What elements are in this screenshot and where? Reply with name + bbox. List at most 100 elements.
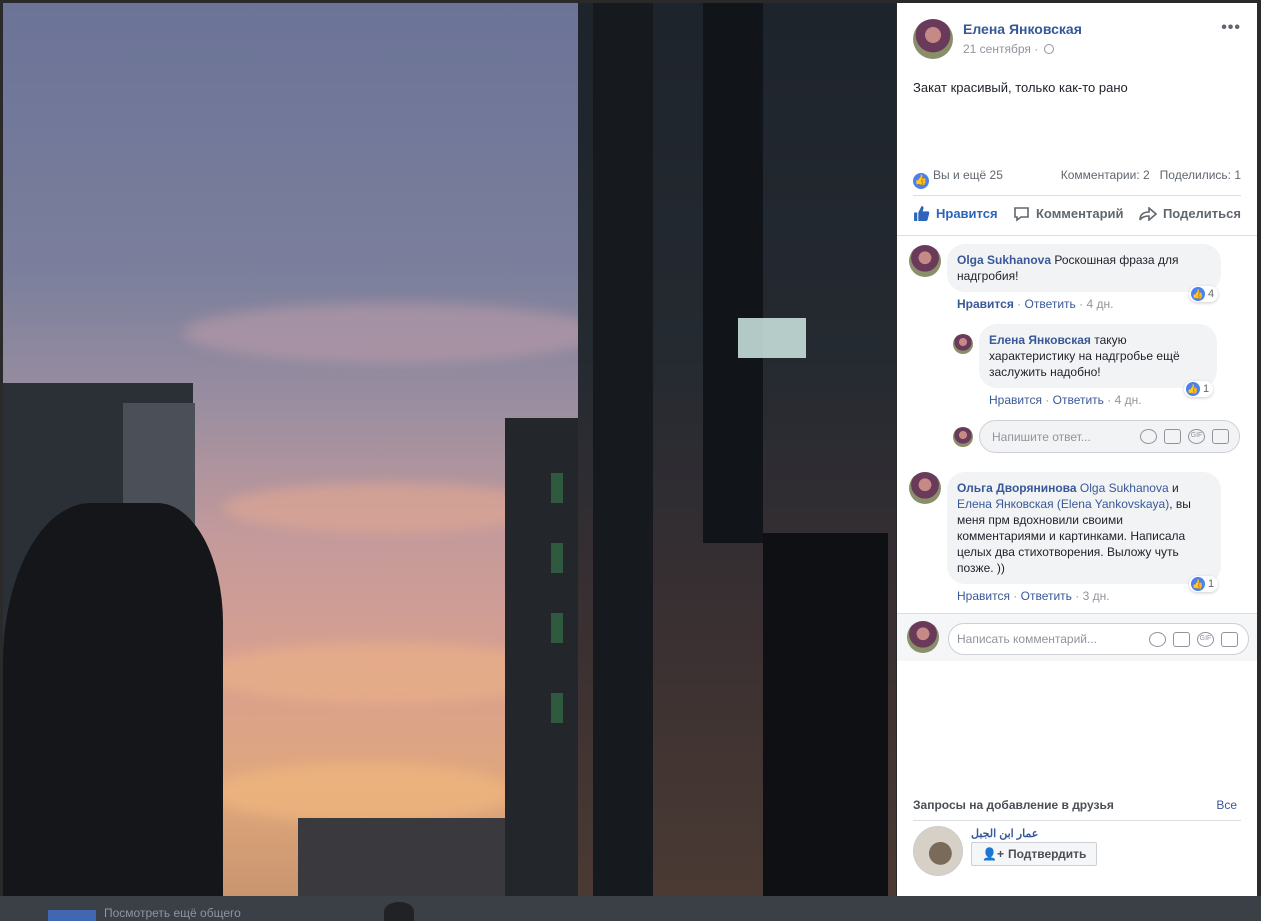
avatar xyxy=(384,902,414,921)
friend-name[interactable]: عمار ابن الجبل xyxy=(971,827,1038,840)
cloud xyxy=(213,763,513,823)
sticker-icon[interactable] xyxy=(1221,632,1238,647)
reply-input[interactable]: Напишите ответ... GIF xyxy=(979,420,1240,453)
cloud xyxy=(223,483,553,533)
share-button[interactable]: Поделиться xyxy=(1139,205,1241,222)
camera-icon[interactable] xyxy=(1173,632,1190,647)
comment-conjunction: и xyxy=(1171,481,1179,495)
reaction-count: 1 xyxy=(1208,578,1215,590)
comment-author[interactable]: Елена Янковская xyxy=(989,333,1091,347)
reply: Елена Янковская такую характеристику на … xyxy=(979,324,1217,407)
window xyxy=(551,473,563,503)
comment-like-link[interactable]: Нравится xyxy=(989,393,1042,407)
like-reaction-icon: 👍 xyxy=(1186,382,1200,396)
comment-bubble: Ольга Дворянинова Olga Sukhanova и Елена… xyxy=(947,472,1221,584)
likes-text[interactable]: Вы и ещё 25 xyxy=(933,168,1003,182)
see-all-link[interactable]: Все xyxy=(1216,798,1237,812)
light-panel xyxy=(738,318,806,358)
trees xyxy=(3,503,223,896)
more-options-icon[interactable]: ••• xyxy=(1221,19,1241,37)
comment-like-link[interactable]: Нравится xyxy=(957,297,1014,311)
comment-label: Комментарий xyxy=(1035,206,1124,221)
window xyxy=(551,693,563,723)
like-label: Нравится xyxy=(936,206,998,221)
comment-reply-link[interactable]: Ответить xyxy=(1025,297,1076,311)
post-actions: Нравится Комментарий Поделиться xyxy=(913,205,1241,222)
comment: Ольга Дворянинова Olga Sukhanova и Елена… xyxy=(947,472,1221,603)
emoji-icon[interactable] xyxy=(1140,429,1157,444)
glass-entrance xyxy=(763,533,888,896)
emoji-icon[interactable] xyxy=(1149,632,1166,647)
post-photo[interactable] xyxy=(3,3,896,896)
comment-reactions[interactable]: 👍 4 xyxy=(1189,286,1219,302)
comment-reactions[interactable]: 👍 1 xyxy=(1184,381,1214,397)
comment-bubble: Olga Sukhanova Роскошная фраза для надгр… xyxy=(947,244,1221,292)
comment: Olga Sukhanova Роскошная фраза для надгр… xyxy=(947,244,1221,311)
reactions-summary[interactable]: 👍 Вы и ещё 25 Комментарии: 2 Поделились: … xyxy=(913,168,1241,189)
add-friend-icon: 👤+ xyxy=(982,847,1004,861)
camera-icon[interactable] xyxy=(1164,429,1181,444)
divider xyxy=(913,195,1241,196)
share-icon xyxy=(1139,206,1157,221)
post-side-panel: Елена Янковская 21 сентября · ••• Закат … xyxy=(897,3,1257,896)
glass-column xyxy=(703,3,763,543)
friend-requests-title: Запросы на добавление в друзья xyxy=(913,798,1114,812)
friend-avatar[interactable] xyxy=(913,826,963,876)
comment-age[interactable]: 4 дн. xyxy=(1115,393,1142,407)
post-text: Закат красивый, только как-то рано xyxy=(913,80,1128,95)
comment-button[interactable]: Комментарий xyxy=(1013,205,1124,222)
comment-like-link[interactable]: Нравится xyxy=(957,589,1010,603)
globe-icon xyxy=(1043,44,1054,54)
sticker-icon[interactable] xyxy=(1212,429,1229,444)
mention[interactable]: Olga Sukhanova xyxy=(1080,481,1169,495)
comment-reply-link[interactable]: Ответить xyxy=(1021,589,1072,603)
comment-meta: Нравится · Ответить · 3 дн. xyxy=(957,589,1110,603)
gif-icon[interactable]: GIF xyxy=(1197,632,1214,647)
commenter-avatar[interactable] xyxy=(909,245,941,277)
my-avatar xyxy=(907,621,939,653)
comment-input[interactable]: Написать комментарий... GIF xyxy=(948,623,1249,655)
comment-meta: Нравится · Ответить · 4 дн. xyxy=(989,393,1142,407)
like-reaction-icon: 👍 xyxy=(1191,287,1205,301)
comment-author[interactable]: Olga Sukhanova xyxy=(957,253,1051,267)
author-avatar[interactable] xyxy=(913,19,953,59)
comment-meta: Нравится · Ответить · 4 дн. xyxy=(957,297,1114,311)
my-avatar xyxy=(953,427,973,447)
input-icons: GIF xyxy=(1149,632,1238,647)
like-reaction-icon: 👍 xyxy=(913,173,929,189)
share-label: Поделиться xyxy=(1162,206,1241,221)
glass-building-edge xyxy=(593,3,653,896)
confirm-label: Подтвердить xyxy=(1007,847,1087,861)
comment-age[interactable]: 3 дн. xyxy=(1083,589,1110,603)
comment-age[interactable]: 4 дн. xyxy=(1086,297,1113,311)
bottom-strip: Посмотреть ещё общего xyxy=(0,896,1261,921)
mention[interactable]: Елена Янковская (Elena Yankovskaya) xyxy=(957,497,1169,511)
distant-building xyxy=(298,818,508,896)
commenter-avatar[interactable] xyxy=(953,334,973,354)
input-icons: GIF xyxy=(1140,429,1229,444)
comment-reactions[interactable]: 👍 1 xyxy=(1189,576,1219,592)
post-date-text[interactable]: 21 сентября · xyxy=(963,42,1038,56)
gif-icon[interactable]: GIF xyxy=(1188,429,1205,444)
post-date[interactable]: 21 сентября · xyxy=(963,42,1054,56)
reaction-count: 4 xyxy=(1208,288,1215,300)
comment-author[interactable]: Ольга Дворянинова xyxy=(957,481,1077,495)
comment-bubble: Елена Янковская такую характеристику на … xyxy=(979,324,1217,388)
reaction-count: 1 xyxy=(1203,383,1210,395)
thumbs-up-icon xyxy=(914,206,930,221)
like-button[interactable]: Нравится xyxy=(913,205,998,222)
divider xyxy=(897,235,1257,236)
accent-bar xyxy=(48,910,96,921)
cloud xyxy=(183,303,603,363)
middle-tower xyxy=(505,418,585,896)
comment-icon xyxy=(1014,206,1029,222)
reply-placeholder: Напишите ответ... xyxy=(992,429,1091,444)
shares-count[interactable]: Поделились: 1 xyxy=(1160,168,1241,182)
comment-reply-link[interactable]: Ответить xyxy=(1053,393,1104,407)
divider xyxy=(913,820,1241,821)
window xyxy=(551,613,563,643)
commenter-avatar[interactable] xyxy=(909,472,941,504)
confirm-button[interactable]: 👤+ Подтвердить xyxy=(971,842,1098,866)
comments-count[interactable]: Комментарии: 2 xyxy=(1061,168,1150,182)
author-name[interactable]: Елена Янковская xyxy=(963,21,1082,37)
